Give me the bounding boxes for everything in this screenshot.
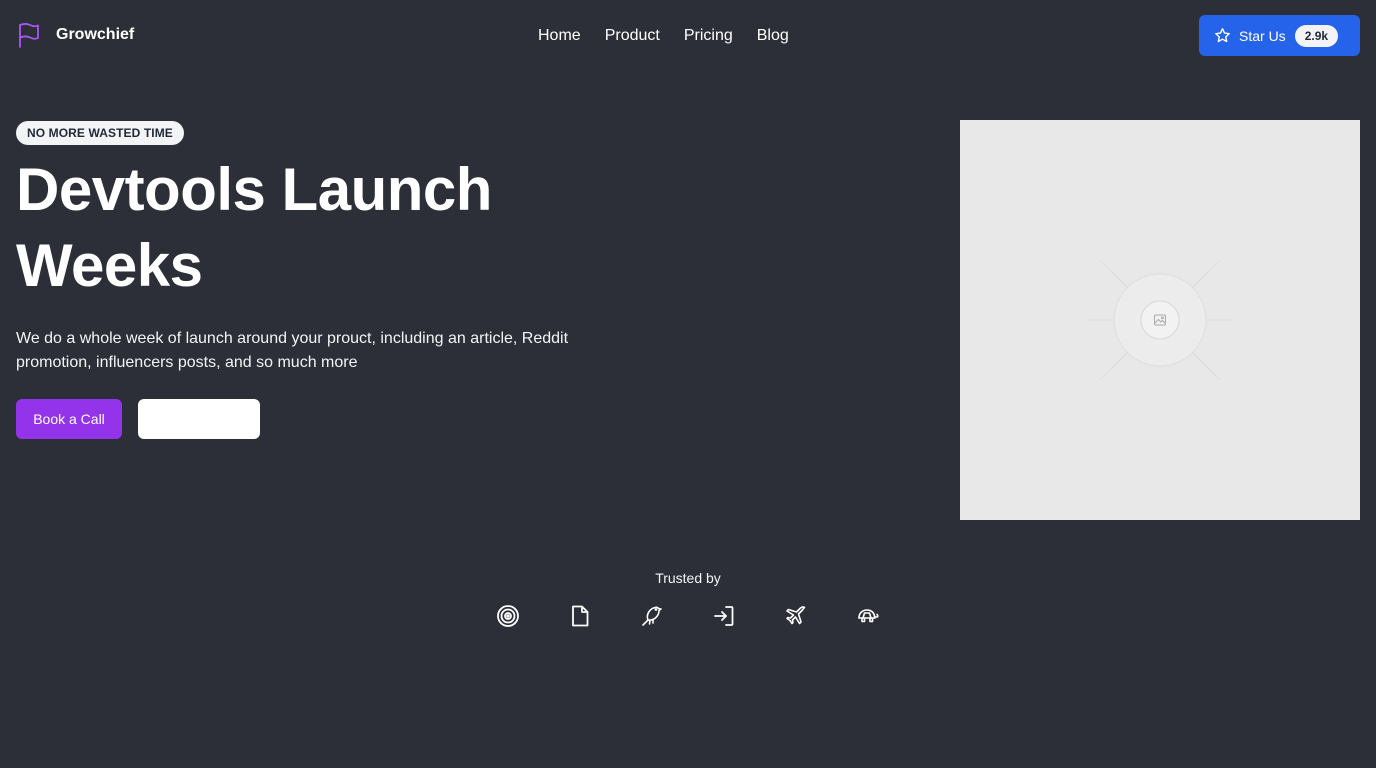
turtle-icon (856, 604, 880, 628)
flag-icon (19, 22, 39, 48)
hero-image-placeholder (960, 120, 1360, 520)
star-icon (1215, 28, 1230, 43)
star-us-label: Star Us (1239, 27, 1286, 44)
sign-in-icon (712, 604, 736, 628)
landing-page: Growchief Home Product Pricing Blog Star… (0, 0, 1376, 768)
trusted-logos (496, 604, 880, 628)
nav-link-home[interactable]: Home (538, 24, 581, 48)
star-count-badge: 2.9k (1294, 24, 1339, 47)
secondary-cta-button[interactable] (138, 399, 260, 439)
site-header: Growchief Home Product Pricing Blog Star… (0, 0, 1376, 72)
bird-icon (640, 604, 664, 628)
hero-subtext: We do a whole week of launch around your… (16, 330, 569, 371)
main-nav: Home Product Pricing Blog (538, 24, 789, 48)
document-icon (568, 604, 592, 628)
brand-link[interactable]: Growchief (16, 22, 134, 48)
airplane-icon (784, 604, 808, 628)
hero-headline: Devtools Launch Weeks (16, 156, 492, 299)
nav-link-pricing[interactable]: Pricing (684, 24, 733, 48)
nav-link-product[interactable]: Product (605, 24, 660, 48)
star-us-button[interactable]: Star Us 2.9k (1199, 15, 1360, 56)
target-icon (496, 604, 520, 628)
hero-badge: NO MORE WASTED TIME (16, 121, 184, 145)
brand-name: Growchief (56, 26, 135, 43)
nav-link-blog[interactable]: Blog (757, 24, 789, 48)
trusted-label: Trusted by (655, 570, 721, 586)
book-a-call-button[interactable]: Book a Call (16, 399, 122, 439)
image-placeholder-graphic (1090, 259, 1230, 381)
